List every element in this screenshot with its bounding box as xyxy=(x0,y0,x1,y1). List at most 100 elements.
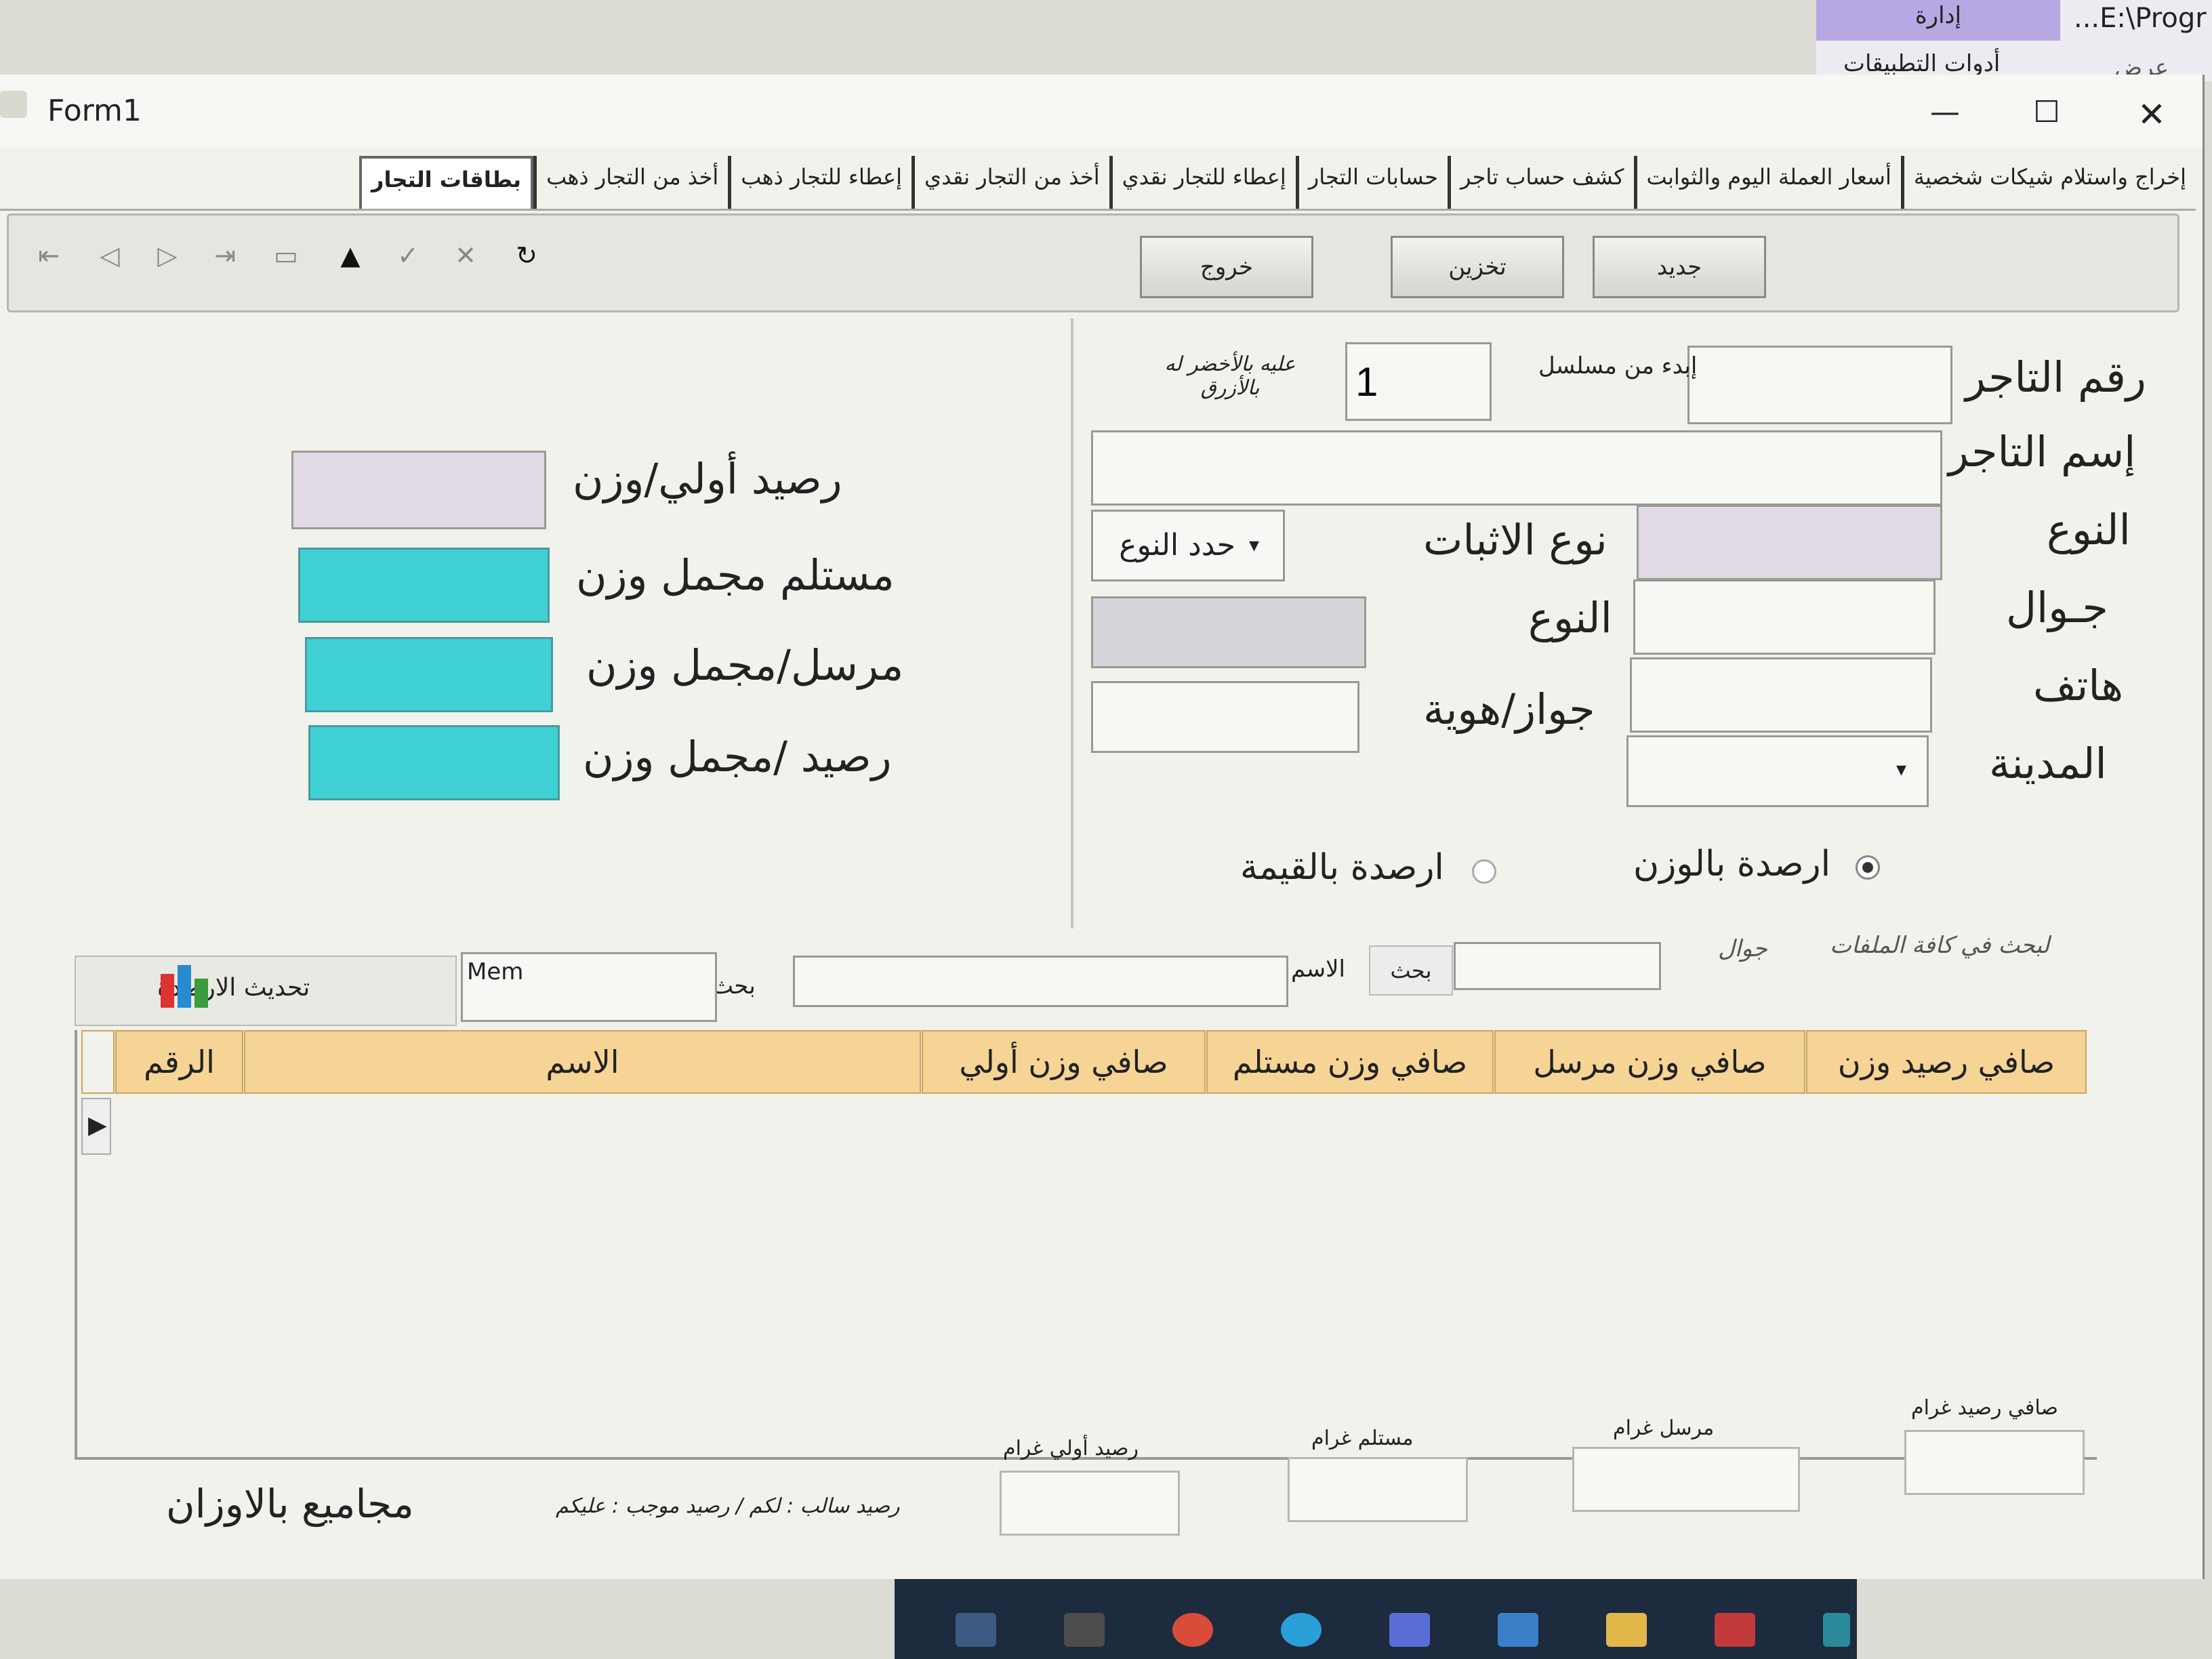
city-label: المدينة xyxy=(1989,739,2107,788)
external-path: ...E:\Progr xyxy=(2074,3,2207,34)
phone-label: هاتف xyxy=(2033,661,2124,710)
merchant-name-input[interactable] xyxy=(1091,430,1942,506)
balance-legend: رصيد سالب : لكم / رصيد موجب : عليكم xyxy=(556,1494,900,1518)
taskbar-app-icon[interactable] xyxy=(1823,1613,1850,1647)
initial-balance-field[interactable] xyxy=(291,451,546,529)
tab-currency-rates[interactable]: أسعار العملة اليوم والثوابت xyxy=(1633,156,1901,209)
dropdown-arrow-icon: ▾ xyxy=(1249,533,1260,557)
search-name-input[interactable] xyxy=(793,956,1288,1007)
minimize-button[interactable]: — xyxy=(1925,95,1965,129)
save-button[interactable]: تخزين xyxy=(1391,236,1564,298)
refresh-icon[interactable]: ↻ xyxy=(512,241,541,270)
received-field[interactable] xyxy=(298,548,550,623)
next-record-icon[interactable]: ▷ xyxy=(152,241,182,270)
title-bar[interactable] xyxy=(0,75,2203,148)
delete-icon[interactable]: ✕ xyxy=(451,241,480,270)
radio-value-label: ارصدة بالقيمة xyxy=(1240,847,1444,888)
prev-record-icon[interactable]: ◁ xyxy=(95,241,125,270)
choose-type-text: حدد النوع xyxy=(1119,528,1235,562)
city-select[interactable]: ▾ xyxy=(1626,735,1929,807)
maximize-button[interactable]: ☐ xyxy=(2026,95,2067,129)
initial-g-field[interactable] xyxy=(1000,1471,1180,1536)
tab-personal-checks[interactable]: إخراج واستلام شيكات شخصية xyxy=(1900,156,2196,209)
sent-field[interactable] xyxy=(305,637,553,712)
passport-input[interactable] xyxy=(1091,681,1359,753)
tab-give-cash[interactable]: إعطاء للتجار نقدي xyxy=(1109,156,1296,209)
phone-input[interactable] xyxy=(1630,657,1932,733)
serial-value[interactable] xyxy=(1347,344,1490,419)
search-name-label: الاسم xyxy=(1291,956,1345,983)
balance-label: رصيد /مجمل وزن xyxy=(583,732,892,781)
window-title: Form1 xyxy=(47,94,142,128)
taskbar-browser-icon[interactable] xyxy=(1172,1613,1213,1647)
radio-weight[interactable] xyxy=(1856,855,1880,880)
search-mobile-label: جوال xyxy=(1718,935,1767,962)
chart-bar-red xyxy=(161,974,174,1008)
external-tools-tab[interactable]: أدوات التطبيقات xyxy=(1843,50,2000,77)
col-net-initial[interactable]: صافي وزن أولي xyxy=(922,1030,1206,1094)
taskbar-app-icon[interactable] xyxy=(1715,1613,1755,1647)
sent-g-field[interactable] xyxy=(1572,1447,1800,1512)
tab-take-gold[interactable]: أخذ من التجار ذهب xyxy=(533,156,728,209)
app-icon xyxy=(0,91,27,118)
up-icon[interactable]: ▲ xyxy=(335,241,365,270)
taskbar-app-icon[interactable] xyxy=(1498,1613,1538,1647)
taskbar-app-icon[interactable] xyxy=(1389,1613,1430,1647)
last-record-icon[interactable]: ⇥ xyxy=(210,241,240,270)
initial-balance-label: رصيد أولي/وزن xyxy=(573,454,842,504)
row-header-corner xyxy=(81,1030,115,1094)
col-name[interactable]: الاسم xyxy=(244,1030,921,1094)
radio-weight-label: ارصدة بالوزن xyxy=(1633,844,1831,884)
toolbar xyxy=(7,213,2179,312)
id-type-label: نوع الاثبات xyxy=(1423,515,1607,565)
type2-input[interactable] xyxy=(1091,596,1366,668)
received-g-field[interactable] xyxy=(1288,1457,1468,1522)
mobile-input[interactable] xyxy=(1633,579,1936,655)
mem-text: Mem xyxy=(467,958,524,985)
col-net-sent[interactable]: صافي وزن مرسل xyxy=(1494,1030,1805,1094)
radio-value[interactable] xyxy=(1472,859,1496,884)
type-input[interactable] xyxy=(1637,505,1942,580)
col-net-balance[interactable]: صافي رصيد وزن xyxy=(1806,1030,2087,1094)
taskbar-folder-icon[interactable] xyxy=(1606,1613,1647,1647)
mobile-label: جـوال xyxy=(2006,583,2108,632)
merchant-number-input[interactable] xyxy=(1687,346,1952,424)
confirm-icon[interactable]: ✓ xyxy=(393,241,423,270)
type-label: النوع xyxy=(2047,505,2131,554)
mem-field[interactable]: Mem xyxy=(461,952,717,1022)
start-serial-label: إبدء من مسلسل xyxy=(1538,352,1698,380)
sent-label: مرسل/مجمل وزن xyxy=(586,640,904,690)
net-balance-g-field[interactable] xyxy=(1904,1430,2085,1495)
choose-type-select[interactable]: ▾ حدد النوع xyxy=(1091,510,1285,581)
current-row-marker[interactable]: ▶ xyxy=(81,1098,111,1155)
col-number[interactable]: الرقم xyxy=(115,1030,243,1094)
tab-take-cash[interactable]: أخذ من التجار نقدي xyxy=(912,156,1109,209)
passport-label: جواز/هوية xyxy=(1423,684,1595,734)
exit-button[interactable]: خروج xyxy=(1140,236,1313,298)
balance-field[interactable] xyxy=(308,725,560,800)
tab-merchant-statement[interactable]: كشف حساب تاجر xyxy=(1447,156,1634,209)
first-record-icon[interactable]: ⇤ xyxy=(34,241,64,270)
weight-summary-panel xyxy=(14,319,1073,928)
taskbar-app-icon[interactable] xyxy=(956,1613,996,1647)
tab-merchant-cards[interactable]: بطاقات التجار xyxy=(359,156,534,209)
serial-input[interactable] xyxy=(1345,342,1492,421)
type2-label: النوع xyxy=(1528,593,1612,642)
net-balance-g-label: صافي رصيد غرام xyxy=(1911,1396,2058,1420)
col-net-received[interactable]: صافي وزن مستلم xyxy=(1206,1030,1494,1094)
cancel-edit-icon[interactable]: ▭ xyxy=(271,241,301,270)
taskbar-app-icon[interactable] xyxy=(1064,1613,1105,1647)
refresh-balances-button[interactable]: تحديث الارصدة xyxy=(75,956,457,1026)
new-button[interactable]: جديد xyxy=(1593,236,1766,298)
tab-merchant-accounts[interactable]: حسابات التجار xyxy=(1295,156,1448,209)
merchant-name-label: إسم التاجر xyxy=(1948,427,2136,476)
search-mobile-button[interactable]: بحث xyxy=(1369,945,1453,996)
tab-give-gold[interactable]: إعطاء للتجار ذهب xyxy=(728,156,912,209)
taskbar xyxy=(895,1579,1857,1659)
initial-g-label: رصيد أولي غرام xyxy=(1003,1437,1139,1460)
search-mobile-input[interactable] xyxy=(1454,942,1661,990)
external-admin-tab[interactable]: إدارة xyxy=(1816,0,2060,41)
taskbar-telegram-icon[interactable] xyxy=(1281,1613,1322,1647)
close-button[interactable]: ✕ xyxy=(2128,95,2175,134)
merchants-grid[interactable] xyxy=(75,1030,2097,1460)
